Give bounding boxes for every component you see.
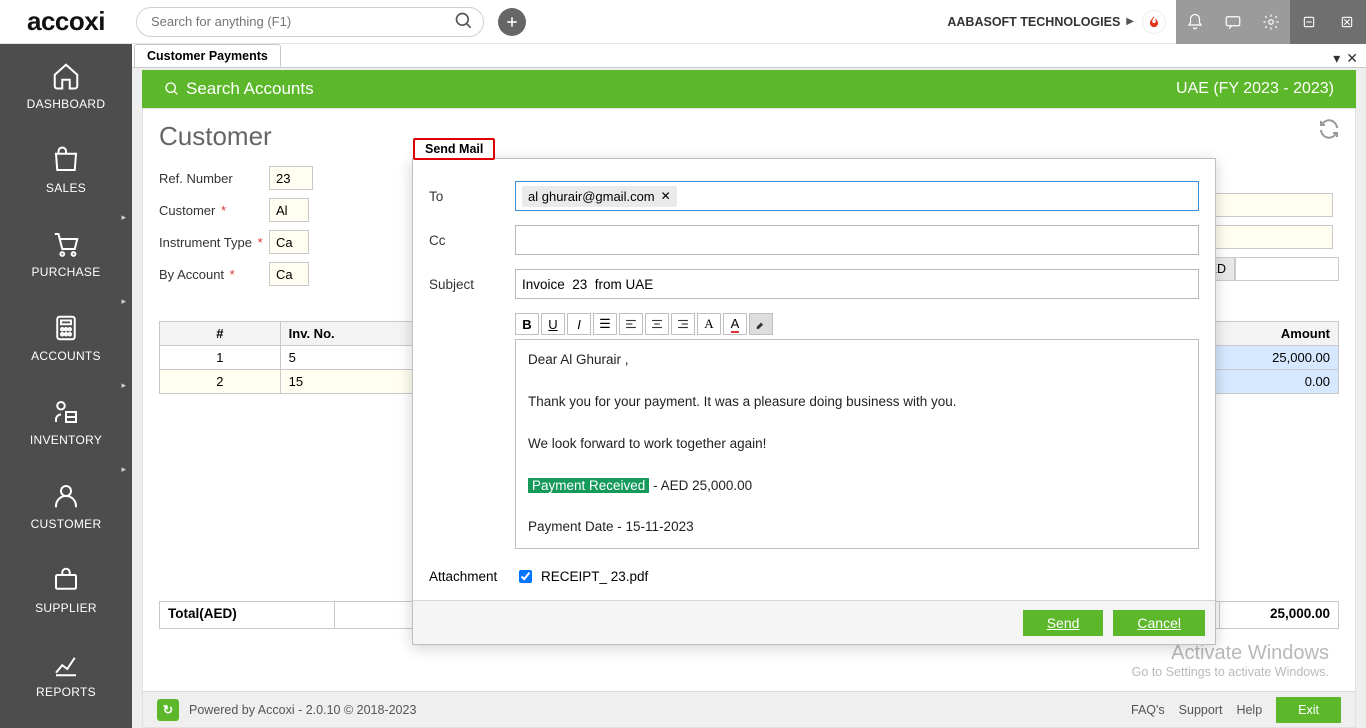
email-line2: We look forward to work together again! <box>528 434 1186 455</box>
add-button[interactable] <box>498 8 526 36</box>
sidebar-label: CUSTOMER <box>31 517 102 531</box>
to-chip-text: al ghurair@gmail.com <box>528 189 655 204</box>
sidebar: DASHBOARD SALES ▸ PURCHASE ▸ ACCOUNTS ▸ … <box>0 44 132 728</box>
cancel-button[interactable]: Cancel <box>1113 610 1205 636</box>
font-button[interactable]: A <box>697 313 721 335</box>
sidebar-label: ACCOUNTS <box>31 349 101 363</box>
list-button[interactable]: ☰ <box>593 313 617 335</box>
subject-label: Subject <box>429 277 515 292</box>
company-name[interactable]: AABASOFT TECHNOLOGIES <box>947 15 1120 29</box>
editor-toolbar: B U I ☰ A A <box>515 313 1199 335</box>
gear-icon[interactable] <box>1252 0 1290 44</box>
search-input[interactable] <box>136 7 484 37</box>
sidebar-item-accounts[interactable]: ACCOUNTS <box>0 296 132 380</box>
to-field[interactable]: al ghurair@gmail.com ✕ <box>515 181 1199 211</box>
sidebar-item-purchase[interactable]: PURCHASE <box>0 212 132 296</box>
modal-footer: Send Cancel <box>413 600 1215 644</box>
bell-icon[interactable] <box>1176 0 1214 44</box>
bold-button[interactable]: B <box>515 313 539 335</box>
chip-remove-icon[interactable]: ✕ <box>661 189 671 203</box>
cc-label: Cc <box>429 233 515 248</box>
top-icon-strip <box>1176 0 1366 44</box>
sidebar-item-supplier[interactable]: SUPPLIER <box>0 548 132 632</box>
sidebar-label: REPORTS <box>36 685 96 699</box>
attachment-filename: RECEIPT_ 23.pdf <box>541 569 648 584</box>
logo: accoxi <box>0 6 132 37</box>
global-search <box>136 7 484 37</box>
sidebar-item-inventory[interactable]: INVENTORY <box>0 380 132 464</box>
topbar: accoxi AABASOFT TECHNOLOGIES ▶ <box>0 0 1366 44</box>
to-label: To <box>429 189 515 204</box>
sidebar-label: INVENTORY <box>30 433 102 447</box>
send-button[interactable]: Send <box>1023 610 1104 636</box>
align-right-button[interactable] <box>671 313 695 335</box>
email-payment-date: Payment Date - 15-11-2023 <box>528 517 1186 538</box>
modal-title: Send Mail <box>413 138 495 160</box>
sidebar-label: SUPPLIER <box>35 601 97 615</box>
italic-button[interactable]: I <box>567 313 591 335</box>
cc-field[interactable] <box>515 225 1199 255</box>
sidebar-label: PURCHASE <box>31 265 100 279</box>
font-color-button[interactable]: A <box>723 313 747 335</box>
sidebar-item-sales[interactable]: SALES <box>0 128 132 212</box>
search-icon[interactable] <box>454 11 476 33</box>
workspace: Customer Payments ▾ ✕ Search Accounts UA… <box>132 44 1366 728</box>
sidebar-item-customer[interactable]: CUSTOMER <box>0 464 132 548</box>
attachment-checkbox[interactable]: RECEIPT_ 23.pdf <box>515 567 648 586</box>
align-left-button[interactable] <box>619 313 643 335</box>
modal-overlay: Send Mail To al ghurair@gmail.com ✕ Cc <box>132 44 1366 728</box>
email-line1: Thank you for your payment. It was a ple… <box>528 392 1186 413</box>
chat-icon[interactable] <box>1214 0 1252 44</box>
minimize-icon[interactable] <box>1290 0 1328 44</box>
company-caret-icon[interactable]: ▶ <box>1126 16 1134 27</box>
email-greeting: Dear Al Ghurair , <box>528 350 1186 371</box>
align-center-button[interactable] <box>645 313 669 335</box>
subject-field[interactable] <box>515 269 1199 299</box>
email-editor[interactable]: Dear Al Ghurair , Thank you for your pay… <box>515 339 1199 549</box>
attachment-check[interactable] <box>519 570 532 583</box>
sidebar-label: SALES <box>46 181 86 195</box>
close-window-icon[interactable] <box>1328 0 1366 44</box>
to-chip[interactable]: al ghurair@gmail.com ✕ <box>522 186 677 207</box>
highlight-button[interactable] <box>749 313 773 335</box>
sidebar-label: DASHBOARD <box>27 97 106 111</box>
sidebar-item-reports[interactable]: REPORTS <box>0 632 132 716</box>
underline-button[interactable]: U <box>541 313 565 335</box>
send-mail-modal: Send Mail To al ghurair@gmail.com ✕ Cc <box>412 158 1216 645</box>
sidebar-item-dashboard[interactable]: DASHBOARD <box>0 44 132 128</box>
flame-icon[interactable] <box>1142 10 1166 34</box>
attachment-label: Attachment <box>429 569 515 584</box>
email-payment-received: Payment Received - AED 25,000.00 <box>528 476 1186 497</box>
payment-received-badge: Payment Received <box>528 478 649 493</box>
